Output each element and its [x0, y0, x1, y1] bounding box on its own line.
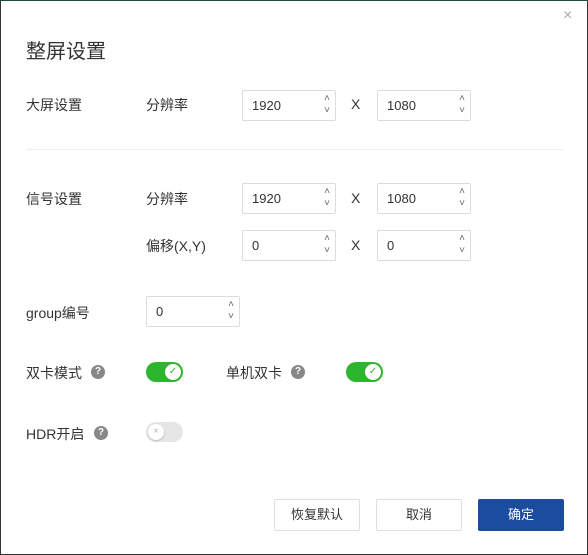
chevron-down-icon[interactable]: ˅: [324, 245, 330, 257]
screen-height-input[interactable]: 1080 ˄ ˅: [377, 90, 471, 121]
offset-y-input[interactable]: 0 ˄ ˅: [377, 230, 471, 261]
value: 1920: [252, 191, 281, 206]
chevron-down-icon[interactable]: ˅: [459, 245, 465, 257]
stepper[interactable]: ˄ ˅: [324, 186, 330, 210]
screen-label: 大屏设置: [26, 97, 82, 113]
check-icon: ✓: [165, 364, 181, 380]
cross-icon: ×: [148, 424, 164, 440]
value: 1080: [387, 191, 416, 206]
stepper[interactable]: ˄ ˅: [459, 186, 465, 210]
dialog-title: 整屏设置: [26, 41, 106, 63]
value: 0: [387, 238, 395, 253]
hdr-label: HDR开启: [26, 426, 85, 442]
x-separator: X: [351, 237, 361, 253]
ok-button[interactable]: 确定: [478, 499, 564, 531]
chevron-up-icon[interactable]: ˄: [459, 186, 465, 198]
signal-label: 信号设置: [26, 191, 82, 207]
chevron-up-icon[interactable]: ˄: [459, 233, 465, 245]
x-separator: X: [351, 96, 361, 112]
stepper[interactable]: ˄ ˅: [228, 299, 234, 323]
help-icon[interactable]: ?: [91, 365, 105, 379]
chevron-up-icon[interactable]: ˄: [459, 93, 465, 105]
signal-width-input[interactable]: 1920 ˄ ˅: [242, 183, 336, 214]
chevron-down-icon[interactable]: ˅: [228, 311, 234, 323]
value: 0: [156, 304, 164, 319]
chevron-down-icon[interactable]: ˅: [324, 198, 330, 210]
check-icon: ✓: [365, 364, 381, 380]
screen-width-input[interactable]: 1920 ˄ ˅: [242, 90, 336, 121]
stepper[interactable]: ˄ ˅: [324, 233, 330, 257]
single-dual-switch[interactable]: ✓: [346, 362, 383, 382]
value: 1080: [387, 98, 416, 113]
stepper[interactable]: ˄ ˅: [459, 233, 465, 257]
chevron-up-icon[interactable]: ˄: [228, 299, 234, 311]
x-separator: X: [351, 190, 361, 206]
hdr-switch[interactable]: ×: [146, 422, 183, 442]
offset-label: 偏移(X,Y): [146, 238, 206, 254]
chevron-up-icon[interactable]: ˄: [324, 93, 330, 105]
cancel-button[interactable]: 取消: [376, 499, 462, 531]
help-icon[interactable]: ?: [291, 365, 305, 379]
chevron-up-icon[interactable]: ˄: [324, 233, 330, 245]
dialog: 整屏设置 × 大屏设置 分辨率 1920 ˄ ˅ X 1080 ˄ ˅ 信号设置 分辨率…: [0, 0, 588, 555]
value: 0: [252, 238, 260, 253]
offset-x-input[interactable]: 0 ˄ ˅: [242, 230, 336, 261]
dual-card-switch[interactable]: ✓: [146, 362, 183, 382]
value: 1920: [252, 98, 281, 113]
chevron-down-icon[interactable]: ˅: [459, 105, 465, 117]
divider: [26, 149, 564, 150]
dual-card-label: 双卡模式: [26, 365, 82, 381]
chevron-down-icon[interactable]: ˅: [459, 198, 465, 210]
screen-resolution-label: 分辨率: [146, 97, 188, 113]
stepper[interactable]: ˄ ˅: [459, 93, 465, 117]
help-icon[interactable]: ?: [94, 426, 108, 440]
close-icon[interactable]: ×: [563, 7, 572, 25]
chevron-up-icon[interactable]: ˄: [324, 186, 330, 198]
chevron-down-icon[interactable]: ˅: [324, 105, 330, 117]
signal-resolution-label: 分辨率: [146, 191, 188, 207]
single-dual-label: 单机双卡: [226, 365, 282, 381]
group-input[interactable]: 0 ˄ ˅: [146, 296, 240, 327]
signal-height-input[interactable]: 1080 ˄ ˅: [377, 183, 471, 214]
reset-button[interactable]: 恢复默认: [274, 499, 360, 531]
stepper[interactable]: ˄ ˅: [324, 93, 330, 117]
group-label: group编号: [26, 305, 90, 321]
